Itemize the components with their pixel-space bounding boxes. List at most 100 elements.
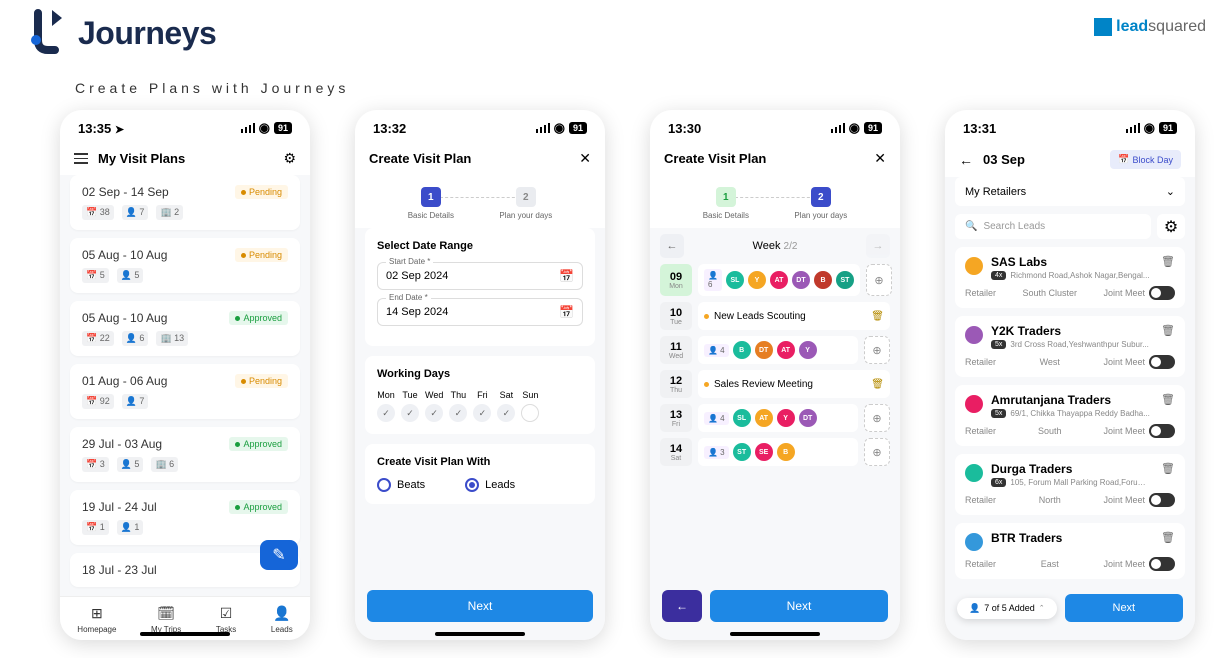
retailer-card[interactable]: SAS Labs 4xRichmond Road,Ashok Nagar,Ben… [955, 247, 1185, 308]
start-date-field[interactable]: Start Date * 02 Sep 2024 📅 [377, 262, 583, 290]
retailer-avatar [965, 395, 983, 413]
avatar: B [777, 443, 795, 461]
retailer-card[interactable]: Y2K Traders 5x3rd Cross Road,Yeshwanthpu… [955, 316, 1185, 377]
close-icon[interactable]: ✕ [874, 150, 886, 167]
filter-icon[interactable]: ⚙ [283, 150, 296, 167]
delete-icon[interactable]: 🗑 [871, 311, 884, 322]
day-event[interactable]: New Leads Scouting🗑 [698, 302, 890, 330]
delete-icon[interactable]: 🗑 [1161, 393, 1175, 406]
tasks-icon: ☑ [220, 605, 233, 622]
block-day-button[interactable]: 📅Block Day [1110, 150, 1181, 169]
plan-card[interactable]: 02 Sep - 14 SepPending📅 38👤 7🏢 2 [70, 175, 300, 230]
day-avatars[interactable]: 👤 3STSEB [698, 438, 858, 466]
next-button[interactable]: Next [710, 590, 888, 622]
screen-header: ← 03 Sep 📅Block Day [945, 142, 1195, 177]
radio-leads[interactable]: Leads [465, 478, 515, 492]
day-toggle[interactable]: Tue✓ [401, 390, 419, 422]
day-toggle[interactable]: Mon✓ [377, 390, 395, 422]
step-1: 1Basic Details [408, 187, 454, 220]
day-cell[interactable]: 09Mon [660, 264, 692, 296]
signal-icon [241, 123, 255, 133]
add-button[interactable]: ⊕ [864, 404, 890, 432]
back-icon[interactable]: ← [959, 152, 973, 168]
day-avatars[interactable]: 👤 4SLATYDT [698, 404, 858, 432]
plan-card[interactable]: 05 Aug - 10 AugPending📅 5👤 5 [70, 238, 300, 293]
day-event[interactable]: Sales Review Meeting🗑 [698, 370, 890, 398]
avatar: DT [755, 341, 773, 359]
retailer-card[interactable]: Amrutanjana Traders 5x69/1, Chikka Thaya… [955, 385, 1185, 446]
delete-icon[interactable]: 🗑 [1161, 531, 1175, 544]
retailer-avatar [965, 257, 983, 275]
delete-icon[interactable]: 🗑 [1161, 324, 1175, 337]
battery-icon: 91 [1159, 122, 1177, 134]
day-cell[interactable]: 13Fri [660, 404, 692, 432]
filter-button[interactable]: ⚙ [1157, 214, 1185, 239]
fab-button[interactable]: ✎ [260, 540, 298, 570]
next-button[interactable]: Next [367, 590, 593, 622]
location-icon: ➤ [115, 124, 124, 136]
end-date-field[interactable]: End Date * 14 Sep 2024 📅 [377, 298, 583, 326]
search-input[interactable]: 🔍Search Leads [955, 214, 1151, 239]
day-cell[interactable]: 12Thu [660, 370, 692, 398]
day-avatars[interactable]: 👤 4BDTATY [698, 336, 858, 364]
day-toggle[interactable]: Thu✓ [449, 390, 467, 422]
section-title: Create Visit Plan With [377, 456, 583, 468]
header-subtitle: Create Plans with Journeys [75, 80, 349, 96]
joint-meet-toggle[interactable] [1149, 557, 1175, 571]
delete-icon[interactable]: 🗑 [1161, 255, 1175, 268]
wifi-icon: ◉ [1144, 120, 1155, 136]
stepper: 1Basic Details 2Plan your days [355, 175, 605, 228]
screen-header: My Visit Plans ⚙ [60, 142, 310, 175]
nav-tasks[interactable]: ☑Tasks [216, 605, 236, 634]
retailer-card[interactable]: BTR Traders 🗑 RetailerEast Joint Meet [955, 523, 1185, 579]
back-button[interactable]: ← [662, 590, 702, 622]
day-avatars[interactable]: 👤 6SLYATDTBST [698, 264, 860, 296]
retailer-card[interactable]: Durga Traders 6x105, Forum Mall Parking … [955, 454, 1185, 515]
nav-homepage[interactable]: ⊞Homepage [77, 605, 116, 634]
close-icon[interactable]: ✕ [579, 150, 591, 167]
nav-mytrips[interactable]: 🗓My Trips [151, 605, 181, 634]
day-cell[interactable]: 14Sat [660, 438, 692, 466]
journeys-logo: Journeys [20, 8, 216, 58]
joint-meet-toggle[interactable] [1149, 286, 1175, 300]
delete-icon[interactable]: 🗑 [1161, 462, 1175, 475]
status-bar: 13:32 ◉91 [355, 110, 605, 142]
delete-icon[interactable]: 🗑 [871, 379, 884, 390]
add-button[interactable]: ⊕ [864, 438, 890, 466]
day-row: 13Fri👤 4SLATYDT⊕ [660, 404, 890, 432]
plan-card[interactable]: 29 Jul - 03 AugApproved📅 3👤 5🏢 6 [70, 427, 300, 482]
plan-card[interactable]: 01 Aug - 06 AugPending📅 92👤 7 [70, 364, 300, 419]
nav-leads[interactable]: 👤Leads [271, 605, 293, 634]
status-bar: 13:35 ➤ ◉91 [60, 110, 310, 142]
day-toggle[interactable]: Fri✓ [473, 390, 491, 422]
avatar: B [733, 341, 751, 359]
avatar: ST [733, 443, 751, 461]
retailer-avatar [965, 326, 983, 344]
status-bar: 13:31 ◉91 [945, 110, 1195, 142]
joint-meet-toggle[interactable] [1149, 424, 1175, 438]
plan-card[interactable]: 05 Aug - 10 AugApproved📅 22👤 6🏢 13 [70, 301, 300, 356]
date-title: 03 Sep [983, 152, 1025, 167]
day-toggle[interactable]: Wed✓ [425, 390, 443, 422]
wifi-icon: ◉ [259, 120, 270, 136]
joint-meet-toggle[interactable] [1149, 355, 1175, 369]
add-button[interactable]: ⊕ [866, 264, 892, 296]
menu-icon[interactable] [74, 153, 88, 164]
next-button[interactable]: Next [1065, 594, 1183, 622]
home-indicator [435, 632, 525, 636]
day-cell[interactable]: 11Wed [660, 336, 692, 364]
day-toggle[interactable]: Sat✓ [497, 390, 515, 422]
day-toggle[interactable]: Sun [521, 390, 539, 422]
added-count[interactable]: 👤7 of 5 Added⌃ [957, 598, 1057, 619]
week-title: Week 2/2 [753, 240, 798, 252]
prev-week-button[interactable]: ← [660, 234, 684, 258]
radio-beats[interactable]: Beats [377, 478, 425, 492]
trips-icon: 🗓 [157, 605, 175, 622]
retailers-dropdown[interactable]: My Retailers ⌄ [955, 177, 1185, 206]
phone-create-plan-step2: 13:30 ◉91 Create Visit Plan ✕ 1Basic Det… [650, 110, 900, 640]
plan-card[interactable]: 19 Jul - 24 JulApproved📅 1👤 1 [70, 490, 300, 545]
joint-meet-toggle[interactable] [1149, 493, 1175, 507]
add-button[interactable]: ⊕ [864, 336, 890, 364]
day-cell[interactable]: 10Tue [660, 302, 692, 330]
next-week-button[interactable]: → [866, 234, 890, 258]
